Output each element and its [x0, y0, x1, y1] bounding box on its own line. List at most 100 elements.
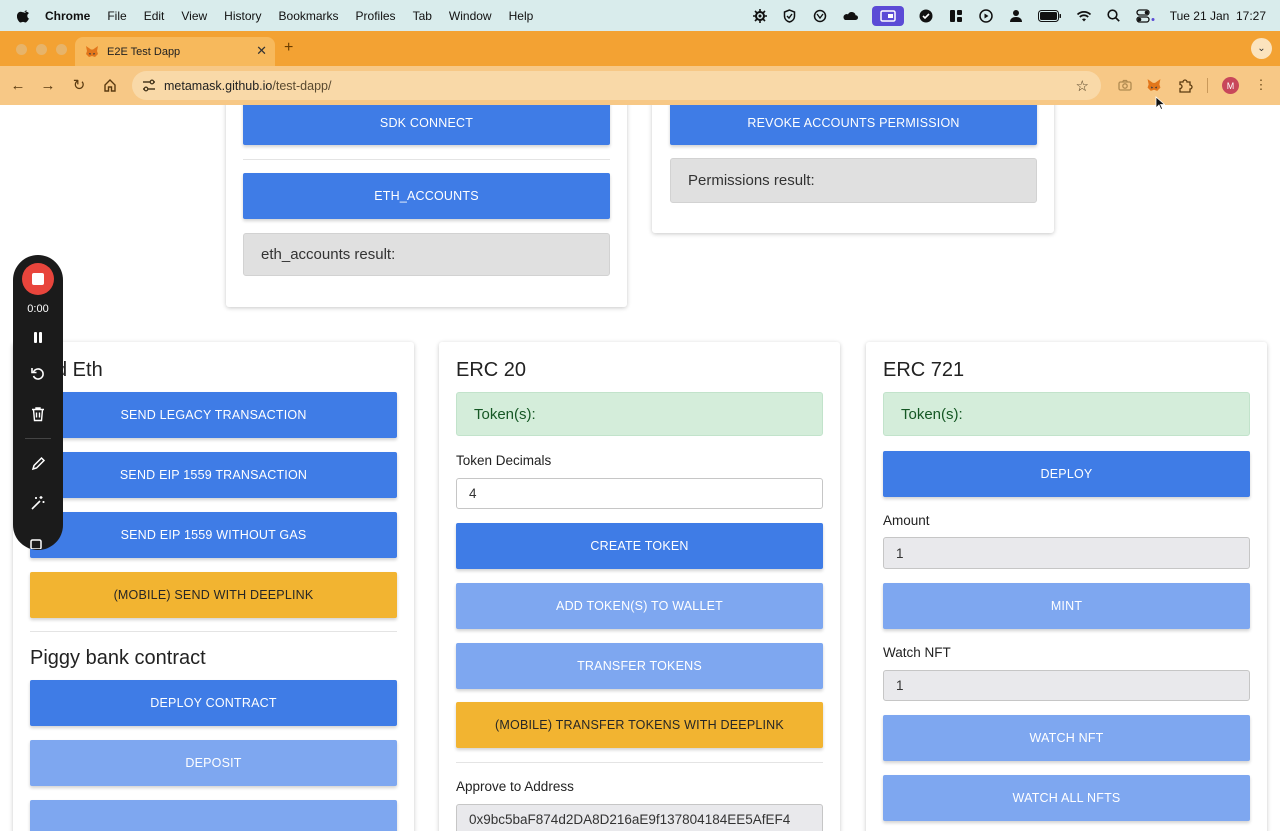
spotlight-search-icon[interactable]: [1106, 9, 1122, 23]
pencil-icon[interactable]: [28, 453, 48, 473]
address-bar[interactable]: metamask.github.io/test-dapp/ ☆: [132, 71, 1101, 100]
tab-search-icon[interactable]: ⌄: [1251, 38, 1272, 59]
menu-window[interactable]: Window: [449, 9, 492, 23]
stop-icon: [32, 273, 44, 285]
transfer-tokens-button[interactable]: TRANSFER TOKENS: [456, 643, 823, 689]
watch-all-nfts-button[interactable]: WATCH ALL NFTS: [883, 775, 1250, 821]
menu-tab[interactable]: Tab: [413, 9, 432, 23]
token-decimals-input[interactable]: 4: [456, 478, 823, 509]
trash-icon[interactable]: [28, 404, 48, 424]
menu-bookmarks[interactable]: Bookmarks: [279, 9, 339, 23]
erc721-tokens-box: Token(s):: [883, 392, 1250, 436]
metamask-fox-icon: [86, 45, 98, 57]
approve-address-input[interactable]: 0x9bc5baF874d2DA8D216aE9f137804184EE5AfE…: [456, 804, 823, 831]
send-eip1559-without-gas-button[interactable]: SEND EIP 1559 WITHOUT GAS: [30, 512, 397, 558]
openai-status-icon[interactable]: [812, 9, 828, 23]
token-decimals-label: Token Decimals: [456, 453, 552, 468]
card-divider: [243, 159, 610, 160]
bookmark-star-icon[interactable]: ☆: [1076, 77, 1089, 95]
add-tokens-to-wallet-button[interactable]: ADD TOKEN(S) TO WALLET: [456, 583, 823, 629]
send-legacy-transaction-button[interactable]: SEND LEGACY TRANSACTION: [30, 392, 397, 438]
apple-menu-icon[interactable]: [17, 9, 31, 23]
mobile-send-deeplink-button[interactable]: (MOBILE) SEND WITH DEEPLINK: [30, 572, 397, 618]
card-divider: [30, 631, 397, 632]
wifi-icon[interactable]: [1076, 9, 1092, 23]
browser-tab[interactable]: E2E Test Dapp ✕: [75, 37, 275, 66]
card-divider: [456, 762, 823, 763]
erc20-tokens-box: Token(s):: [456, 392, 823, 436]
macos-menu-bar: Chrome File Edit View History Bookmarks …: [0, 0, 1280, 31]
dapp-page: SDK CONNECT ETH_ACCOUNTS eth_accounts re…: [0, 105, 1280, 831]
erc721-title: ERC 721: [883, 359, 965, 381]
reload-icon[interactable]: ↻: [69, 75, 89, 95]
recording-timer: 0:00: [27, 303, 49, 315]
menu-view[interactable]: View: [181, 9, 207, 23]
menu-file[interactable]: File: [107, 9, 126, 23]
menu-help[interactable]: Help: [509, 9, 534, 23]
sdk-connect-button[interactable]: SDK CONNECT: [243, 105, 610, 145]
control-center-icon[interactable]: [1136, 8, 1156, 23]
stop-recording-button[interactable]: [22, 263, 54, 295]
tab-close-icon[interactable]: ✕: [256, 43, 267, 59]
erc721-deploy-button[interactable]: DEPLOY: [883, 451, 1250, 497]
toolbar-separator: [1207, 78, 1208, 93]
menu-edit[interactable]: Edit: [144, 9, 165, 23]
shield-status-icon[interactable]: [782, 8, 798, 23]
chrome-menu-icon[interactable]: ⋮: [1252, 76, 1270, 94]
watch-nft-button[interactable]: WATCH NFT: [883, 715, 1250, 761]
url-host: metamask.github.io: [164, 78, 273, 93]
menu-profiles[interactable]: Profiles: [356, 9, 396, 23]
cloud-status-icon[interactable]: [842, 9, 858, 23]
browser-toolbar: ← → ↻ metamask.github.io/test-dapp/ ☆ M …: [0, 66, 1280, 105]
recorder-separator: [25, 438, 51, 439]
menu-app-name[interactable]: Chrome: [45, 9, 90, 23]
gear-status-icon[interactable]: [752, 8, 768, 23]
browser-tab-strip: E2E Test Dapp ✕ + ⌄: [0, 31, 1280, 66]
create-token-button[interactable]: CREATE TOKEN: [456, 523, 823, 569]
send-eip1559-transaction-button[interactable]: SEND EIP 1559 TRANSACTION: [30, 452, 397, 498]
pause-icon[interactable]: [28, 327, 48, 347]
check-status-icon[interactable]: [918, 9, 934, 23]
url-path: /test-dapp/: [272, 78, 332, 93]
approve-address-label: Approve to Address: [456, 779, 574, 794]
grid-status-icon[interactable]: [948, 9, 964, 23]
deposit-button[interactable]: DEPOSIT: [30, 740, 397, 786]
eth-accounts-result: eth_accounts result:: [243, 233, 610, 276]
window-close-button[interactable]: [16, 44, 27, 55]
tab-title: E2E Test Dapp: [107, 45, 181, 58]
metamask-extension-icon[interactable]: [1145, 76, 1163, 94]
site-settings-icon[interactable]: [142, 79, 156, 92]
mobile-transfer-tokens-deeplink-button[interactable]: (MOBILE) TRANSFER TOKENS WITH DEEPLINK: [456, 702, 823, 748]
deploy-contract-button[interactable]: DEPLOY CONTRACT: [30, 680, 397, 726]
profile-avatar[interactable]: M: [1222, 77, 1239, 94]
camera-icon[interactable]: [28, 539, 48, 549]
mouse-cursor-icon: [1155, 96, 1165, 111]
menu-history[interactable]: History: [224, 9, 261, 23]
send-eth-title: d Eth: [56, 359, 103, 381]
piggy-bank-title: Piggy bank contract: [30, 647, 206, 669]
extensions-puzzle-icon[interactable]: [1176, 76, 1194, 94]
back-arrow-icon[interactable]: ←: [8, 75, 28, 95]
window-minimize-button[interactable]: [36, 44, 47, 55]
new-tab-icon[interactable]: +: [284, 39, 293, 57]
erc20-title: ERC 20: [456, 359, 527, 381]
screen-recorder-toolbar: 0:00: [13, 255, 63, 550]
restart-icon[interactable]: [28, 364, 48, 384]
forward-arrow-icon[interactable]: →: [38, 75, 58, 95]
magic-wand-icon[interactable]: [28, 493, 48, 513]
user-status-icon[interactable]: [1008, 9, 1024, 23]
window-zoom-button[interactable]: [56, 44, 67, 55]
watch-nft-input[interactable]: 1: [883, 670, 1250, 701]
menubar-clock[interactable]: Tue 21 Jan 17:27: [1170, 9, 1266, 23]
permissions-result: Permissions result:: [670, 158, 1037, 203]
withdraw-button[interactable]: WITHDRAW: [30, 800, 397, 831]
revoke-accounts-permission-button[interactable]: REVOKE ACCOUNTS PERMISSION: [670, 105, 1037, 145]
mint-button[interactable]: MINT: [883, 583, 1250, 629]
camera-extension-icon[interactable]: [1116, 76, 1134, 94]
battery-icon[interactable]: [1037, 9, 1062, 23]
eth-accounts-button[interactable]: ETH_ACCOUNTS: [243, 173, 610, 219]
screen-recorder-status-icon[interactable]: [871, 5, 904, 26]
home-icon[interactable]: [100, 75, 120, 95]
play-status-icon[interactable]: [978, 8, 994, 23]
mint-amount-input[interactable]: 1: [883, 537, 1250, 569]
